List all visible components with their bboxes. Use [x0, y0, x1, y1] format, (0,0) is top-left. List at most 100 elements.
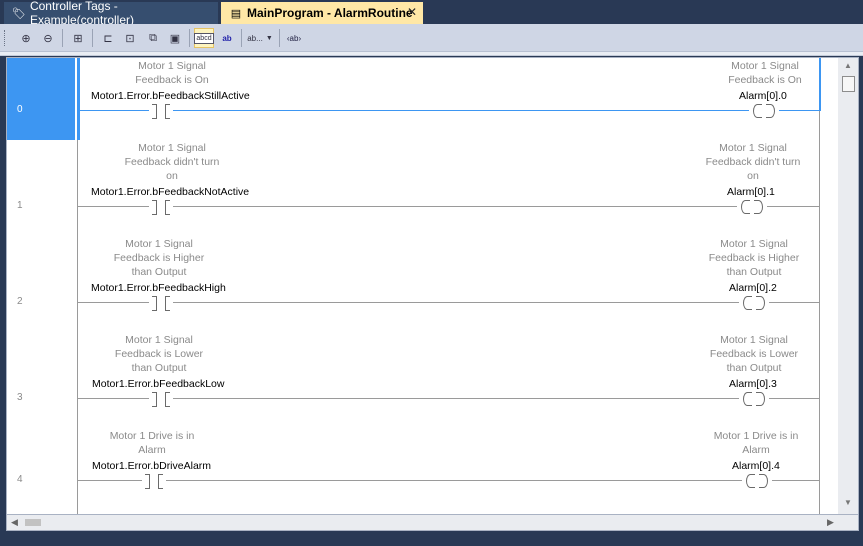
contact-description: Motor 1 Signal Feedback didn't turn on [107, 141, 237, 183]
contact-tag[interactable]: Motor1.Error.bFeedbackHigh [91, 281, 226, 295]
description-line: Motor 1 Signal [719, 142, 787, 154]
branch-icon: ⊏ [103, 32, 113, 45]
show-descriptions-button[interactable]: abcd [194, 28, 214, 48]
description-line: than Output [726, 266, 782, 278]
description-line: Motor 1 Signal [125, 238, 193, 250]
scroll-left-icon[interactable]: ◀ [11, 517, 18, 528]
description-line: Alarm [138, 444, 166, 456]
coil-tag[interactable]: Alarm[0].4 [732, 459, 780, 473]
description-line: Motor 1 Drive is in [713, 430, 799, 442]
rung-selection-marker [77, 58, 80, 140]
tag-format-button[interactable]: ‹ab› [283, 28, 305, 48]
rung-wire [78, 110, 819, 111]
description-line: Feedback is On [135, 74, 209, 86]
tab-alarm-routine[interactable]: ▤ MainProgram - AlarmRoutine ✕ [221, 2, 423, 24]
ladder-diagram[interactable]: 0 1 2 3 4 Motor 1 Signal Feedback is On … [6, 57, 859, 515]
coil-tag[interactable]: Alarm[0].1 [727, 185, 775, 199]
rung-wire [78, 480, 819, 481]
xic-contact[interactable] [142, 474, 166, 489]
description-line: Feedback didn't turn [124, 156, 220, 168]
description-line: Motor 1 Signal [125, 334, 193, 346]
tab-label: MainProgram - AlarmRoutine [247, 6, 413, 20]
zoom-in-icon: ⊕ [21, 32, 31, 45]
ote-coil[interactable] [739, 392, 769, 406]
alias-icon: ab [222, 33, 232, 43]
scroll-thumb[interactable] [25, 519, 41, 526]
ote-coil[interactable] [749, 104, 779, 118]
description-line: Motor 1 Signal [720, 238, 788, 250]
description-line: Motor 1 Signal [138, 60, 206, 72]
display-options-label: ab... [247, 33, 263, 43]
routine-icon: ▤ [230, 7, 242, 20]
paste-rung-icon: ▣ [169, 32, 181, 45]
vertical-scrollbar[interactable]: ▲ ▼ [838, 58, 858, 514]
description-line: Feedback is Higher [708, 252, 800, 264]
toolbar-grip[interactable] [4, 30, 7, 46]
rung-wire [78, 398, 819, 399]
ote-coil[interactable] [742, 474, 772, 488]
close-icon[interactable]: ✕ [407, 5, 417, 19]
contact-tag[interactable]: Motor1.Error.bFeedbackStillActive [91, 89, 250, 103]
description-line: than Output [131, 362, 187, 374]
toolbar-separator [62, 29, 63, 47]
description-line: Motor 1 Signal [138, 142, 206, 154]
scroll-up-icon[interactable]: ▲ [844, 61, 852, 70]
rung-number[interactable]: 3 [7, 392, 75, 403]
toolbar-separator [279, 29, 280, 47]
chevron-down-icon: ▼ [265, 34, 273, 42]
window-bottom-frame [0, 532, 863, 546]
ote-coil[interactable] [737, 200, 767, 214]
tag-icon: 🏷 [12, 7, 26, 20]
contact-tag[interactable]: Motor1.Error.bFeedbackNotActive [91, 185, 249, 199]
right-power-rail [819, 58, 820, 514]
coil-tag[interactable]: Alarm[0].3 [729, 377, 777, 391]
rung-number[interactable]: 1 [7, 200, 75, 211]
tag-alias-button[interactable]: ab [217, 28, 237, 48]
contact-description: Motor 1 Signal Feedback is Lower than Ou… [94, 333, 224, 375]
coil-description: Motor 1 Drive is in Alarm [698, 429, 814, 457]
contact-description: Motor 1 Drive is in Alarm [87, 429, 217, 457]
rung-number[interactable]: 2 [7, 296, 75, 307]
description-icon: abcd [194, 32, 214, 44]
xic-contact[interactable] [149, 200, 173, 215]
xic-contact[interactable] [149, 296, 173, 311]
paste-rung-button[interactable]: ▣ [165, 28, 185, 48]
coil-tag[interactable]: Alarm[0].2 [729, 281, 777, 295]
rung-number[interactable]: 0 [7, 58, 75, 140]
zoom-out-button[interactable]: ⊖ [38, 28, 58, 48]
rung-number[interactable]: 4 [7, 474, 75, 485]
ladder-toolbar: ⊕ ⊖ ⊞ ⊏ ⊡ ⧉ ▣ abcd ab ab... ▼ ‹ab› [0, 24, 863, 52]
coil-description: Motor 1 Signal Feedback is Higher than O… [696, 237, 812, 279]
coil-tag[interactable]: Alarm[0].0 [739, 89, 787, 103]
contact-tag[interactable]: Motor1.Error.bDriveAlarm [92, 459, 211, 473]
instruction-button[interactable]: ⊡ [120, 28, 140, 48]
xic-contact[interactable] [149, 392, 173, 407]
ladder-editor-window: 🏷 Controller Tags - Example(controller) … [0, 0, 863, 546]
contact-tag[interactable]: Motor1.Error.bFeedbackLow [92, 377, 224, 391]
description-line: Alarm [742, 444, 770, 456]
tab-label: Controller Tags - Example(controller) [29, 0, 135, 27]
ote-coil[interactable] [739, 296, 769, 310]
description-line: than Output [726, 362, 782, 374]
scroll-thumb[interactable] [842, 76, 855, 92]
description-line: Feedback is On [728, 74, 802, 86]
tag-format-icon: ‹ab› [286, 33, 302, 43]
contact-description: Motor 1 Signal Feedback is Higher than O… [94, 237, 224, 279]
tab-controller-tags[interactable]: 🏷 Controller Tags - Example(controller) [4, 0, 218, 27]
xic-contact[interactable] [149, 104, 173, 119]
zoom-in-button[interactable]: ⊕ [16, 28, 36, 48]
horizontal-scrollbar[interactable]: ◀ ▶ [6, 515, 859, 531]
description-line: Feedback didn't turn [705, 156, 801, 168]
copy-rung-button[interactable]: ⧉ [143, 28, 163, 48]
scroll-right-icon[interactable]: ▶ [827, 517, 834, 528]
coil-description: Motor 1 Signal Feedback is Lower than Ou… [696, 333, 812, 375]
rung-wire [78, 302, 819, 303]
rung-view-button[interactable]: ⊞ [68, 28, 88, 48]
display-options-dropdown[interactable]: ab... ▼ [245, 28, 275, 48]
branch-button[interactable]: ⊏ [98, 28, 118, 48]
scroll-down-icon[interactable]: ▼ [844, 498, 852, 507]
document-tab-bar: 🏷 Controller Tags - Example(controller) … [0, 0, 863, 27]
description-line: Feedback is Higher [113, 252, 205, 264]
description-line: Motor 1 Drive is in [109, 430, 195, 442]
toolbar-separator [92, 29, 93, 47]
